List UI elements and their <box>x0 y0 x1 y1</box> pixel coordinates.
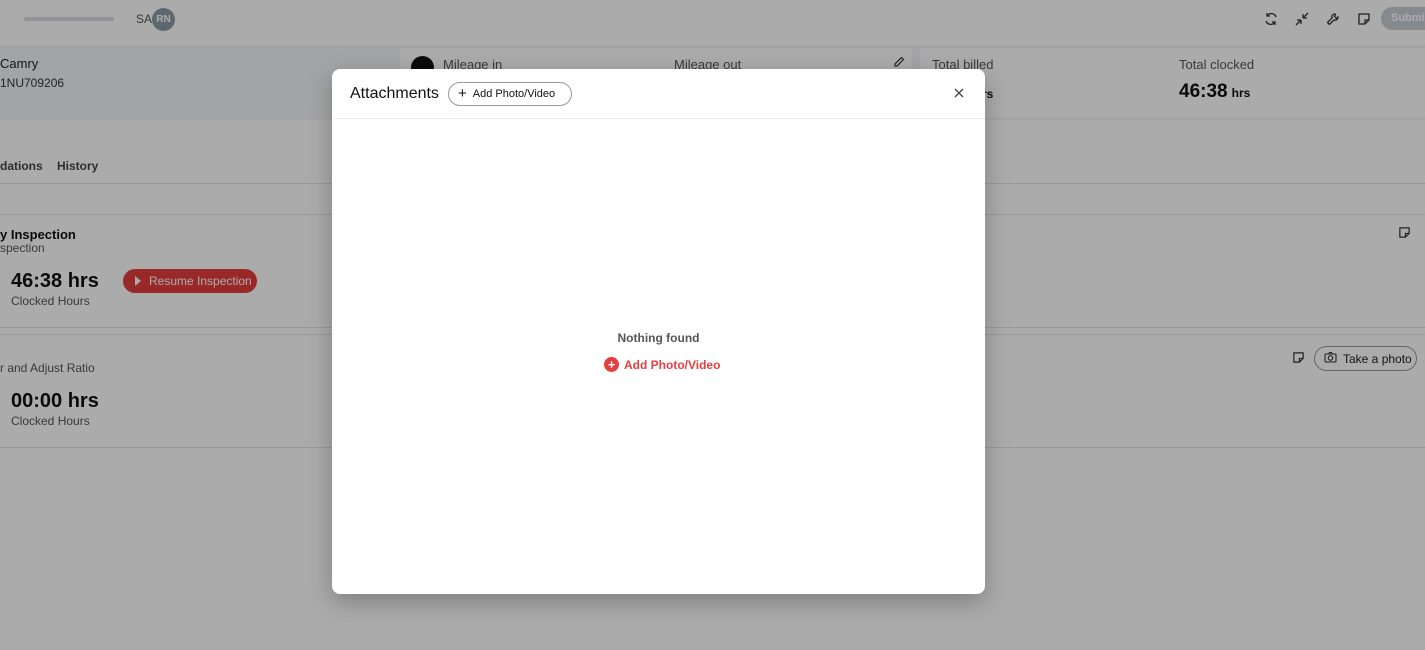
add-photo-video-label: Add Photo/Video <box>472 88 556 100</box>
modal-header: Attachments + Add Photo/Video <box>332 69 985 119</box>
plus-circle-icon: + <box>604 357 619 372</box>
modal-title: Attachments <box>350 85 439 102</box>
close-icon[interactable] <box>953 86 967 100</box>
add-photo-video-button[interactable]: + Add Photo/Video <box>448 82 572 106</box>
empty-add-photo-video-label: Add Photo/Video <box>624 357 721 372</box>
attachments-modal: Attachments + Add Photo/Video Nothing fo… <box>332 69 985 594</box>
plus-icon: + <box>458 85 467 102</box>
empty-add-photo-video-link[interactable]: + Add Photo/Video <box>604 357 720 372</box>
empty-state-text: Nothing found <box>617 331 700 345</box>
